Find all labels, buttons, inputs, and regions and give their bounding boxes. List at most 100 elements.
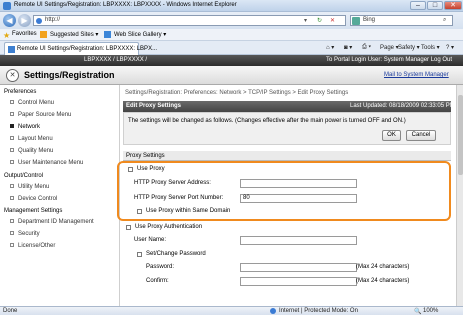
minimize-button[interactable]: –	[410, 1, 426, 10]
suggested-sites-icon	[40, 31, 47, 38]
confirm-hint: (Max 24 characters)	[356, 278, 410, 284]
compatibility-icon[interactable]: ▾	[304, 17, 307, 24]
same-domain-checkbox[interactable]	[137, 209, 142, 214]
sidebar: Preferences Control Menu Paper Source Me…	[0, 85, 120, 306]
search-input[interactable]: Bing ⌕	[350, 15, 453, 26]
status-text: Done	[3, 308, 18, 314]
search-provider-icon	[352, 17, 360, 25]
use-proxy-label: Use Proxy	[137, 166, 165, 172]
sidebar-item-quality-menu[interactable]: Quality Menu	[10, 148, 53, 154]
zoom-icon: 🔍	[414, 309, 422, 315]
sidebar-heading-management-settings: Management Settings	[4, 208, 63, 214]
page-icon	[36, 18, 42, 24]
use-proxy-checkbox[interactable]	[128, 167, 133, 172]
sidebar-item-network[interactable]: Network	[10, 124, 40, 130]
back-button[interactable]: ◀	[3, 14, 16, 27]
sidebar-item-device-control[interactable]: Device Control	[10, 196, 57, 202]
bullet-icon	[10, 124, 14, 129]
bullet-icon	[10, 100, 14, 105]
sidebar-item-control-menu[interactable]: Control Menu	[10, 100, 54, 106]
set-change-password-checkbox[interactable]	[137, 252, 142, 257]
sidebar-item-user-maintenance-menu[interactable]: User Maintenance Menu	[10, 160, 83, 166]
tools-menu[interactable]: Tools ▾	[421, 44, 440, 51]
cancel-button[interactable]: Cancel	[406, 130, 436, 141]
feeds-icon[interactable]: ◙ ▾	[344, 44, 352, 51]
browser-tab[interactable]: Remote UI Settings/Registration: LBPXXXX…	[4, 42, 157, 55]
search-icon[interactable]: ⌕	[443, 17, 446, 24]
favorites-button[interactable]: Favorites	[12, 31, 37, 37]
close-window-button[interactable]: ✕	[444, 1, 462, 10]
vertical-scrollbar[interactable]	[456, 85, 463, 306]
address-input[interactable]: http:// ▾ ↻ ✕	[33, 15, 346, 26]
device-header: LBPXXXX / LBPXXXX / To Portal Login User…	[0, 55, 463, 66]
settings-icon: ✕	[6, 69, 19, 82]
notice-text: The settings will be changed as follows.…	[128, 118, 406, 124]
last-updated: Last Updated: 08/18/2009 02:33:05 PM	[350, 103, 455, 109]
sidebar-item-layout-menu[interactable]: Layout Menu	[10, 136, 53, 142]
refresh-icon[interactable]: ↻	[317, 17, 322, 24]
tab-label: Remote UI Settings/Registration: LBPXXXX…	[17, 46, 158, 52]
password-hint: (Max 24 characters)	[356, 264, 410, 270]
web-slice-gallery-link[interactable]: Web Slice Gallery ▾	[114, 31, 166, 38]
proxy-port-label: HTTP Proxy Server Port Number:	[134, 195, 224, 201]
bullet-icon	[10, 243, 14, 248]
scrollbar-thumb[interactable]	[458, 95, 463, 175]
user-name-input[interactable]	[240, 236, 357, 245]
print-icon[interactable]: ⎙ ▾	[362, 44, 371, 51]
proxy-port-input[interactable]: 80	[240, 194, 357, 203]
tab-row: Remote UI Settings/Registration: LBPXXXX…	[0, 41, 463, 55]
zoom-level[interactable]: 100%	[423, 308, 438, 314]
sidebar-item-department-id-management[interactable]: Department ID Management	[10, 219, 94, 225]
ok-button[interactable]: OK	[382, 130, 401, 141]
suggested-sites-link[interactable]: Suggested Sites ▾	[50, 31, 98, 38]
set-change-password-label: Set/Change Password	[146, 251, 206, 257]
maximize-button[interactable]: □	[427, 1, 443, 10]
breadcrumb: Settings/Registration: Preferences: Netw…	[125, 90, 349, 96]
sidebar-item-utility-menu[interactable]: Utility Menu	[10, 184, 49, 190]
device-name: LBPXXXX / LBPXXXX /	[84, 57, 148, 63]
internet-zone-icon	[270, 308, 276, 314]
forward-button[interactable]: ▶	[18, 14, 31, 27]
status-bar: Done Internet | Protected Mode: On 🔍 100…	[0, 306, 463, 315]
app-header: ✕ Settings/Registration Mail to System M…	[0, 66, 463, 85]
confirm-label: Confirm:	[146, 278, 169, 284]
bullet-icon	[10, 219, 14, 224]
page-title: Settings/Registration	[24, 70, 115, 80]
confirm-password-input[interactable]	[240, 277, 357, 286]
sidebar-item-license-other[interactable]: License/Other	[10, 243, 55, 249]
window-title-bar: Remote UI Settings/Registration: LBPXXXX…	[0, 0, 463, 12]
sidebar-item-paper-source-menu[interactable]: Paper Source Menu	[10, 112, 71, 118]
use-auth-checkbox[interactable]	[126, 225, 131, 230]
password-label: Password:	[146, 264, 175, 270]
same-domain-label: Use Proxy within Same Domain	[146, 208, 231, 214]
window-title: Remote UI Settings/Registration: LBPXXXX…	[14, 2, 237, 8]
sidebar-item-security[interactable]: Security	[10, 231, 40, 237]
proxy-address-label: HTTP Proxy Server Address:	[134, 180, 211, 186]
ie-logo-icon	[3, 2, 11, 10]
proxy-address-input[interactable]	[240, 179, 357, 188]
bullet-icon	[10, 112, 14, 117]
security-zone[interactable]: Internet | Protected Mode: On	[279, 308, 358, 314]
mail-to-system-manager-link[interactable]: Mail to System Manager	[384, 72, 449, 78]
search-placeholder: Bing	[363, 17, 376, 23]
address-bar-row: ◀ ▶ http:// ▾ ↻ ✕ Bing ⌕	[0, 12, 463, 29]
bullet-icon	[10, 196, 14, 201]
login-info[interactable]: To Portal Login User: System Manager Log…	[326, 57, 452, 63]
notice-box: The settings will be changed as follows.…	[123, 112, 451, 145]
help-icon[interactable]: ? ▾	[446, 44, 454, 51]
favorites-bar: ★ Favorites Suggested Sites ▾ Web Slice …	[0, 29, 463, 41]
main-content: Settings/Registration: Preferences: Netw…	[117, 85, 456, 306]
section-header: Proxy Settings	[123, 151, 451, 161]
home-icon[interactable]: ⌂ ▾	[326, 44, 334, 51]
web-slice-icon	[104, 31, 111, 38]
sidebar-heading-preferences: Preferences	[4, 89, 37, 95]
use-auth-label: Use Proxy Authentication	[135, 224, 203, 230]
favorites-star-icon: ★	[3, 31, 11, 40]
tab-favicon	[8, 46, 15, 53]
password-input[interactable]	[240, 263, 357, 272]
edit-title: Edit Proxy Settings	[126, 103, 182, 109]
address-url: http://	[45, 17, 61, 23]
stop-icon[interactable]: ✕	[330, 17, 335, 24]
page-menu[interactable]: Page ▾	[380, 44, 399, 51]
safety-menu[interactable]: Safety ▾	[398, 44, 420, 51]
